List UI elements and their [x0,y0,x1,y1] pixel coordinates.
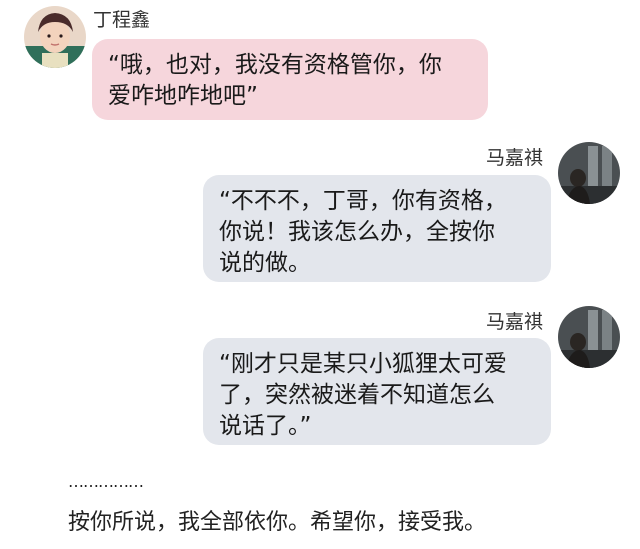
message-line: 说话了。” [219,413,312,439]
sender-name: 丁程鑫 [93,9,151,31]
avatar-ma-jiaqi-image [558,142,620,204]
narration-text: 按你所说，我全部依你。希望你，接受我。 [68,510,487,535]
sender-name: 马嘉祺 [486,311,544,333]
avatar-ma-jiaqi[interactable] [558,306,620,368]
message-line: 了，突然被迷着不知道怎么 [219,382,495,408]
message-bubble[interactable]: “刚才只是某只小狐狸太可爱 了，突然被迷着不知道怎么 说话了。” [203,338,551,445]
chat-screen: 丁程鑫 “哦，也对，我没有资格管你，你 爱咋地咋地吧” 马嘉祺 “不不不，丁哥，… [0,0,640,549]
avatar-ding-chengxin[interactable] [24,6,86,68]
message-line: “刚才只是某只小狐狸太可爱 [219,351,507,377]
avatar-ma-jiaqi[interactable] [558,142,620,204]
message-bubble[interactable]: “哦，也对，我没有资格管你，你 爱咋地咋地吧” [92,39,488,120]
avatar-ma-jiaqi-image [558,306,620,368]
narration-ellipsis: …………… [68,472,144,491]
message-line: 说的做。 [219,250,311,276]
message-line: “不不不，丁哥，你有资格， [219,188,507,214]
message-line: “哦，也对，我没有资格管你，你 [108,52,442,78]
sender-name: 马嘉祺 [486,147,544,169]
message-line: 爱咋地咋地吧” [108,83,258,109]
message-line: 你说！我该怎么办，全按你 [219,219,495,245]
message-bubble[interactable]: “不不不，丁哥，你有资格， 你说！我该怎么办，全按你 说的做。 [203,175,551,282]
avatar-ding-chengxin-image [24,6,86,68]
